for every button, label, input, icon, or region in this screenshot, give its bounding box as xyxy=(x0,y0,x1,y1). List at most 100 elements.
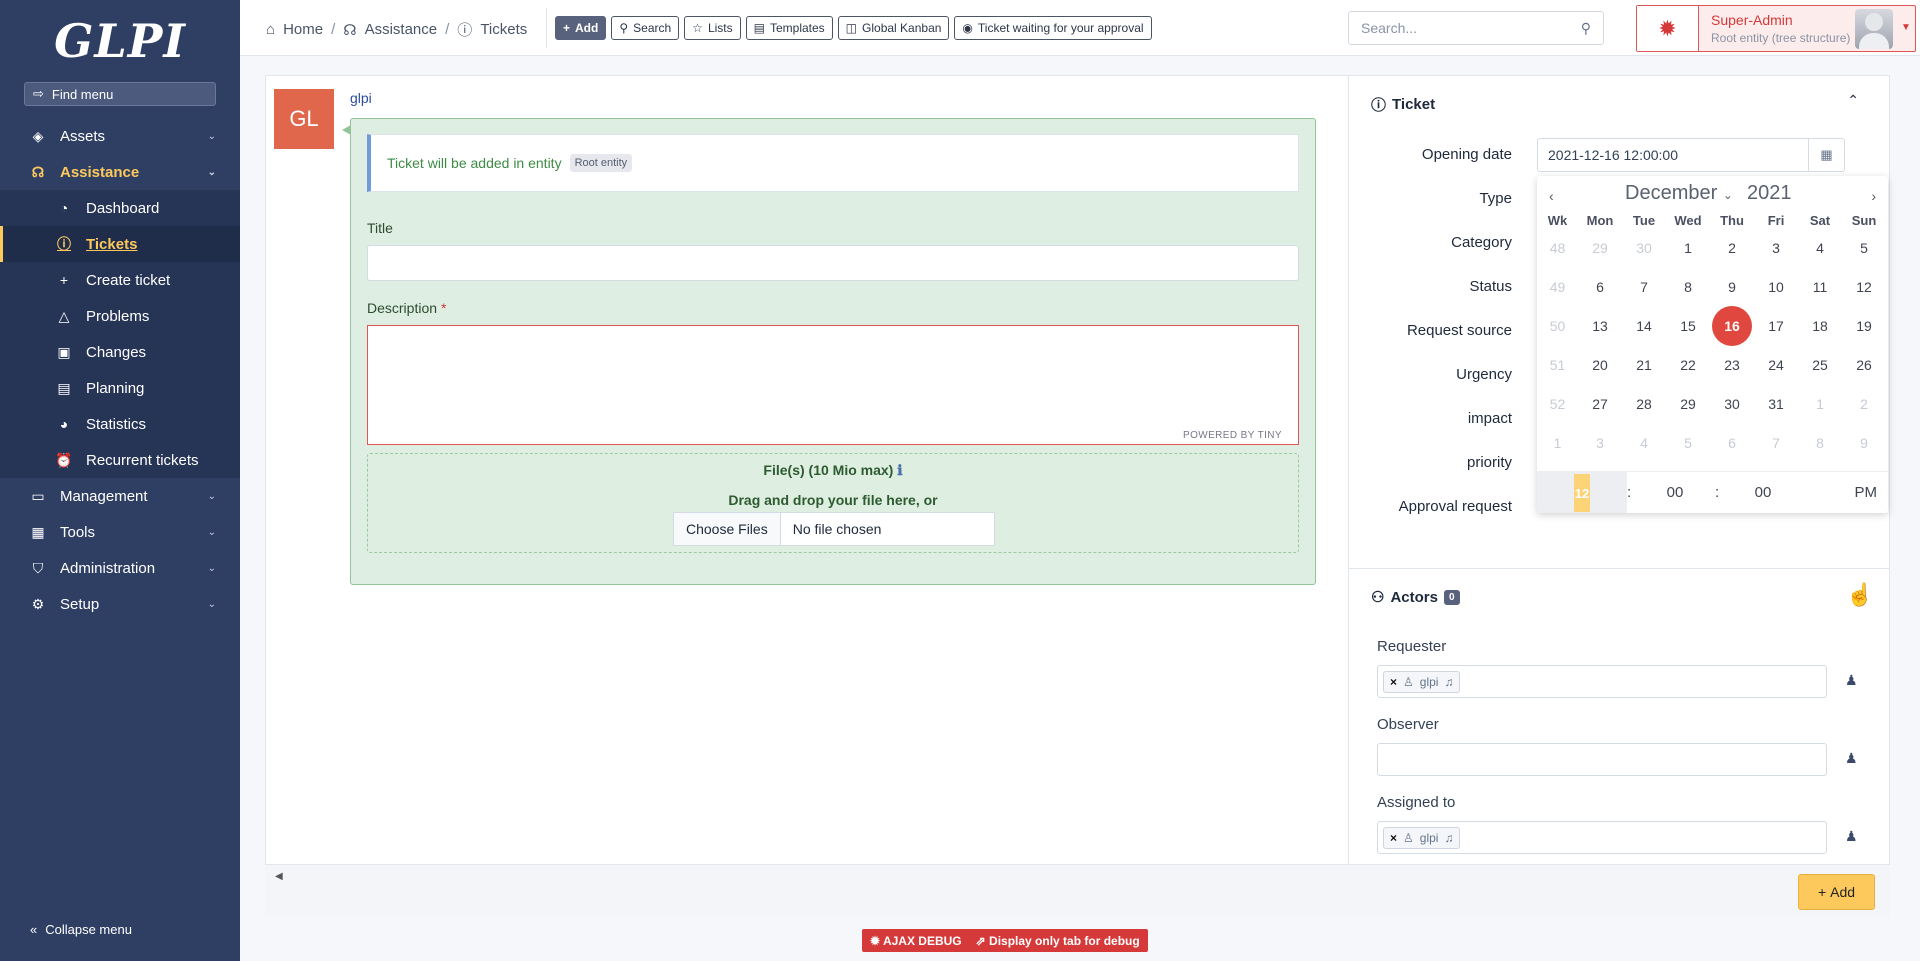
sidebar-item-administration[interactable]: ⛉ Administration ⌄ xyxy=(0,550,240,586)
add-me-icon[interactable]: ♟ xyxy=(1845,672,1858,689)
calendar-day[interactable]: 3 xyxy=(1754,240,1798,256)
global-search-input[interactable]: Search... ⚲ xyxy=(1348,11,1604,45)
find-menu-button[interactable]: ⇨ Find menu xyxy=(24,82,216,106)
calendar-day[interactable]: 17 xyxy=(1754,318,1798,334)
calendar-day[interactable]: 15 xyxy=(1666,318,1710,334)
chevron-right-icon[interactable]: › xyxy=(1871,188,1876,204)
requester-select[interactable]: × ♙ glpi ♫ xyxy=(1377,665,1827,698)
month-select[interactable]: December ⌄ xyxy=(1625,182,1733,205)
calendar-day[interactable]: 3 xyxy=(1578,435,1622,451)
templates-button[interactable]: ▤ Templates xyxy=(745,16,833,40)
minute-input[interactable]: 00 xyxy=(1635,484,1715,501)
search-button[interactable]: ⚲ Search xyxy=(611,16,680,40)
author-name[interactable]: glpi xyxy=(350,90,372,106)
sidebar-item-dashboard[interactable]: ◔ Dashboard xyxy=(0,190,240,226)
calendar-day[interactable]: 20 xyxy=(1578,357,1622,373)
calendar-day[interactable]: 31 xyxy=(1754,396,1798,412)
collapse-menu-button[interactable]: « Collapse menu xyxy=(30,922,132,937)
opening-date-input[interactable]: 2021-12-16 12:00:00 ▦ xyxy=(1537,138,1845,172)
description-editor[interactable]: POWERED BY TINY xyxy=(367,325,1299,445)
sidebar-item-setup[interactable]: ⚙ Setup ⌄ xyxy=(0,586,240,622)
calendar-day[interactable]: 28 xyxy=(1622,396,1666,412)
calendar-day[interactable]: 5 xyxy=(1666,435,1710,451)
file-dropzone[interactable]: File(s) (10 Mio max) ℹ Drag and drop you… xyxy=(367,453,1299,553)
calendar-day[interactable]: 19 xyxy=(1842,318,1886,334)
sidebar-item-tools[interactable]: ▦ Tools ⌄ xyxy=(0,514,240,550)
calendar-day[interactable]: 6 xyxy=(1578,279,1622,295)
debug-tab-button[interactable]: ⇗ Display only tab for debug xyxy=(976,934,1140,948)
approval-button[interactable]: ◉ Ticket waiting for your approval xyxy=(954,16,1152,40)
chevron-left-icon[interactable]: ‹ xyxy=(1549,188,1554,204)
year-input[interactable]: 2021 xyxy=(1747,182,1792,205)
title-input[interactable] xyxy=(367,245,1299,281)
calendar-day[interactable]: 8 xyxy=(1666,279,1710,295)
calendar-day[interactable]: 2 xyxy=(1842,396,1886,412)
user-menu[interactable]: ✹ Super-Admin Root entity (tree structur… xyxy=(1636,5,1916,52)
calendar-day[interactable]: 4 xyxy=(1798,240,1842,256)
remove-icon[interactable]: × xyxy=(1390,675,1397,689)
sidebar-item-assistance[interactable]: ☊ Assistance ⌄ xyxy=(0,154,240,190)
glpi-logo[interactable]: GLPI xyxy=(0,0,240,82)
sidebar-item-changes[interactable]: ▣ Changes xyxy=(0,334,240,370)
ajax-debug-button[interactable]: ✹ AJAX DEBUG xyxy=(870,934,962,948)
sidebar-item-management[interactable]: ▭ Management ⌄ xyxy=(0,478,240,514)
file-input[interactable]: Choose Files No file chosen xyxy=(673,512,995,546)
bug-icon[interactable]: ✹ xyxy=(1637,6,1699,51)
calendar-day[interactable]: 1 xyxy=(1666,240,1710,256)
calendar-day[interactable]: 5 xyxy=(1842,240,1886,256)
calendar-day[interactable]: 11 xyxy=(1798,279,1842,295)
search-icon[interactable]: ⚲ xyxy=(1581,20,1591,37)
add-me-icon[interactable]: ♟ xyxy=(1845,750,1858,767)
calendar-day[interactable]: 2 xyxy=(1710,240,1754,256)
calendar-icon[interactable]: ▦ xyxy=(1808,139,1844,171)
calendar-day[interactable]: 4 xyxy=(1622,435,1666,451)
calendar-day[interactable]: 7 xyxy=(1622,279,1666,295)
calendar-day[interactable]: 9 xyxy=(1710,279,1754,295)
caret-left-icon[interactable]: ◀ xyxy=(275,871,283,882)
bell-icon[interactable]: ♫ xyxy=(1444,675,1453,689)
add-me-icon[interactable]: ♟ xyxy=(1845,828,1858,845)
calendar-day[interactable]: 8 xyxy=(1798,435,1842,451)
calendar-day[interactable]: 26 xyxy=(1842,357,1886,373)
calendar-day[interactable]: 25 xyxy=(1798,357,1842,373)
calendar-day[interactable]: 6 xyxy=(1710,435,1754,451)
sidebar-item-create-ticket[interactable]: + Create ticket xyxy=(0,262,240,298)
breadcrumb-home[interactable]: Home xyxy=(283,21,323,38)
powered-by-text[interactable]: POWERED BY TINY xyxy=(1183,430,1282,441)
calendar-day[interactable]: 23 xyxy=(1710,357,1754,373)
lists-button[interactable]: ☆ Lists xyxy=(684,16,741,40)
calendar-day[interactable]: 29 xyxy=(1666,396,1710,412)
hour-input[interactable]: 12 xyxy=(1537,472,1627,513)
sidebar-item-recurrent-tickets[interactable]: ⏰ Recurrent tickets xyxy=(0,442,240,478)
sidebar-item-planning[interactable]: ▤ Planning xyxy=(0,370,240,406)
observer-select[interactable] xyxy=(1377,743,1827,776)
calendar-day[interactable]: 18 xyxy=(1798,318,1842,334)
calendar-day[interactable]: 16 xyxy=(1710,305,1754,346)
calendar-day[interactable]: 14 xyxy=(1622,318,1666,334)
calendar-day[interactable]: 10 xyxy=(1754,279,1798,295)
remove-icon[interactable]: × xyxy=(1390,831,1397,845)
calendar-day[interactable]: 29 xyxy=(1578,240,1622,256)
calendar-day[interactable]: 1 xyxy=(1798,396,1842,412)
chevron-up-icon[interactable]: ⌃ xyxy=(1847,92,1859,109)
calendar-day[interactable]: 24 xyxy=(1754,357,1798,373)
bell-icon[interactable]: ♫ xyxy=(1444,831,1453,845)
calendar-day[interactable]: 30 xyxy=(1622,240,1666,256)
selected-day[interactable]: 16 xyxy=(1712,305,1752,346)
assigned-select[interactable]: × ♙ glpi ♫ xyxy=(1377,821,1827,854)
calendar-day[interactable]: 7 xyxy=(1754,435,1798,451)
sidebar-item-problems[interactable]: △ Problems xyxy=(0,298,240,334)
choose-files-button[interactable]: Choose Files xyxy=(674,513,781,545)
global-kanban-button[interactable]: ◫ Global Kanban xyxy=(837,16,950,40)
second-input[interactable]: 00 xyxy=(1723,484,1803,501)
sidebar-item-tickets[interactable]: ⓘ Tickets xyxy=(0,226,240,262)
calendar-day[interactable]: 27 xyxy=(1578,396,1622,412)
breadcrumb-assistance[interactable]: Assistance xyxy=(365,21,438,38)
calendar-day[interactable]: 13 xyxy=(1578,318,1622,334)
calendar-day[interactable]: 21 xyxy=(1622,357,1666,373)
calendar-day[interactable]: 30 xyxy=(1710,396,1754,412)
sidebar-item-assets[interactable]: ◈ Assets ⌄ xyxy=(0,118,240,154)
sidebar-item-statistics[interactable]: ◕ Statistics xyxy=(0,406,240,442)
breadcrumb-tickets[interactable]: Tickets xyxy=(480,21,527,38)
ampm-toggle[interactable]: PM xyxy=(1803,484,1883,501)
